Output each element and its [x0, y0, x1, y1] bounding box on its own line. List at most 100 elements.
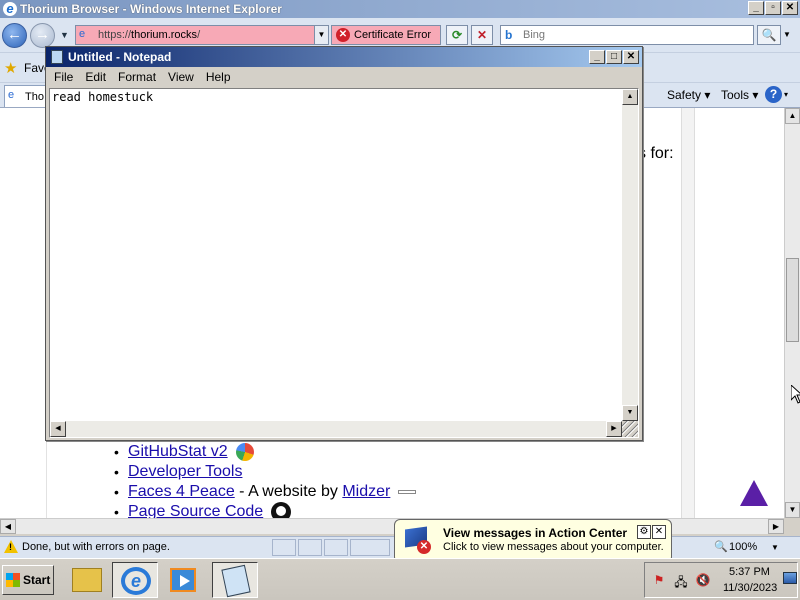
- notepad-scroll-up-icon[interactable]: ▲: [622, 89, 638, 105]
- tools-menu[interactable]: Tools ▾: [721, 88, 758, 102]
- developer-tools-link[interactable]: Developer Tools: [128, 463, 242, 481]
- list-item: GitHubStat v2: [114, 442, 416, 462]
- scroll-right-arrow-icon[interactable]: ▶: [768, 519, 784, 534]
- menu-help[interactable]: Help: [200, 68, 237, 87]
- page-vertical-scrollbar[interactable]: ▲ ▼: [784, 108, 800, 518]
- stop-button[interactable]: ✕: [471, 25, 493, 45]
- warning-exclamation: !: [9, 542, 12, 552]
- notepad-text-area[interactable]: read homestuck ▲ ▼ ◀ ▶: [49, 88, 639, 438]
- page-source-code-link[interactable]: Page Source Code: [128, 503, 263, 518]
- ie-logo-icon: e: [3, 2, 17, 16]
- githubstat-link[interactable]: GitHubStat v2: [128, 443, 228, 461]
- notepad-scroll-down-icon[interactable]: ▼: [622, 405, 638, 421]
- taskbar-explorer[interactable]: [64, 562, 110, 598]
- clock-time[interactable]: 5:37 PM: [729, 566, 770, 578]
- notification-close-button[interactable]: ✕: [652, 525, 666, 539]
- network-icon[interactable]: 🖧: [673, 573, 689, 589]
- resize-grip[interactable]: [622, 421, 638, 437]
- show-desktop-icon[interactable]: [783, 572, 797, 584]
- search-options-dropdown-icon[interactable]: ▼: [783, 30, 791, 39]
- help-icon[interactable]: ?: [765, 86, 782, 103]
- restore-button[interactable]: ▫: [765, 1, 781, 15]
- zoom-dropdown-icon[interactable]: ▼: [771, 543, 779, 552]
- certificate-error-button[interactable]: ✕ Certificate Error: [331, 25, 441, 45]
- notepad-content[interactable]: read homestuck: [52, 90, 153, 104]
- notepad-horizontal-scrollbar[interactable]: ◀ ▶: [50, 421, 622, 437]
- volume-muted-icon[interactable]: 🔇: [695, 573, 711, 589]
- notification-message: Click to view messages about your comput…: [443, 541, 664, 553]
- ie-title-bar: e Thorium Browser - Windows Internet Exp…: [0, 0, 800, 18]
- address-bar[interactable]: e https://thorium.rocks/ ▼: [75, 25, 329, 45]
- status-segment: [298, 539, 322, 556]
- menu-view[interactable]: View: [162, 68, 200, 87]
- scroll-down-arrow-icon[interactable]: ▼: [785, 502, 800, 518]
- faces-4-peace-link[interactable]: Faces 4 Peace: [128, 483, 235, 501]
- notepad-title-bar[interactable]: Untitled - Notepad _ □ ✕: [46, 47, 642, 67]
- list-item: Page Source Code: [114, 502, 416, 518]
- url-host: thorium.rocks: [131, 29, 198, 41]
- scroll-left-arrow-icon[interactable]: ◀: [0, 519, 16, 534]
- notepad-menu-bar: File Edit Format View Help: [46, 68, 642, 87]
- action-center-flag-icon: ✕: [405, 526, 431, 554]
- menu-format[interactable]: Format: [112, 68, 162, 87]
- taskbar: Start e ⚑ 🖧 🔇 5:37 PM 11/30/2023: [0, 558, 800, 600]
- link-description: - A website by: [234, 483, 343, 500]
- notepad-icon: [51, 50, 63, 64]
- window-controls: _ ▫ ✕: [748, 1, 798, 15]
- media-player-icon: [170, 568, 196, 592]
- start-button[interactable]: Start: [2, 565, 54, 595]
- notepad-window: Untitled - Notepad _ □ ✕ File Edit Forma…: [45, 46, 643, 441]
- scroll-thumb[interactable]: [786, 258, 799, 342]
- notification-options-icon[interactable]: ⚙: [637, 525, 651, 539]
- search-placeholder: Bing: [523, 29, 546, 41]
- content-right-gutter: [681, 108, 695, 518]
- notepad-minimize-button[interactable]: _: [589, 50, 605, 64]
- notepad-scroll-left-icon[interactable]: ◀: [50, 421, 66, 437]
- search-input[interactable]: b Bing: [500, 25, 754, 45]
- safety-menu[interactable]: Safety ▾: [667, 88, 710, 102]
- midzer-link[interactable]: Midzer: [342, 483, 390, 501]
- recent-pages-dropdown[interactable]: ▼: [60, 30, 69, 40]
- back-button[interactable]: ←: [2, 23, 27, 48]
- browser-tab[interactable]: e Tho: [4, 85, 48, 107]
- taskbar-notepad[interactable]: [212, 562, 258, 598]
- action-center-notification[interactable]: ✕ View messages in Action Center Click t…: [394, 519, 672, 576]
- zoom-level[interactable]: 100%: [729, 541, 757, 553]
- status-text[interactable]: Done, but with errors on page.: [22, 541, 170, 553]
- minimize-button[interactable]: _: [748, 1, 764, 15]
- address-dropdown-icon[interactable]: ▼: [314, 26, 328, 44]
- notepad-maximize-button[interactable]: □: [606, 50, 622, 64]
- start-label: Start: [23, 573, 51, 587]
- taskbar-internet-explorer[interactable]: e: [112, 562, 158, 598]
- page-icon: e: [79, 28, 86, 40]
- notepad-scroll-right-icon[interactable]: ▶: [606, 421, 622, 437]
- notepad-app-icon: [221, 564, 251, 598]
- scroll-up-arrow-icon[interactable]: ▲: [785, 108, 800, 124]
- menu-edit[interactable]: Edit: [79, 68, 112, 87]
- clock-date[interactable]: 11/30/2023: [723, 582, 777, 594]
- list-item: Faces 4 Peace - A website by Midzer: [114, 482, 417, 502]
- close-button[interactable]: ✕: [782, 1, 798, 15]
- help-dropdown-icon[interactable]: ▾: [784, 90, 788, 99]
- notepad-vertical-scrollbar[interactable]: ▲ ▼: [622, 89, 638, 421]
- refresh-button[interactable]: ⟳: [446, 25, 468, 45]
- forward-button[interactable]: →: [30, 23, 55, 48]
- status-segment: [272, 539, 296, 556]
- scroll-to-top-triangle-icon[interactable]: [740, 480, 768, 506]
- favorites-star-icon[interactable]: ★: [4, 59, 17, 77]
- status-segment: [350, 539, 390, 556]
- folder-icon: [72, 568, 102, 592]
- menu-file[interactable]: File: [48, 68, 79, 87]
- url-scheme: https://: [98, 29, 132, 41]
- small-image-placeholder: [398, 490, 417, 494]
- search-button[interactable]: 🔍: [757, 25, 781, 45]
- link-list: GitHubStat v2 Developer Tools Faces 4 Pe…: [114, 442, 417, 518]
- notepad-window-controls: _ □ ✕: [589, 50, 639, 64]
- notification-title: View messages in Action Center: [443, 526, 628, 540]
- notepad-close-button[interactable]: ✕: [623, 50, 639, 64]
- zoom-icon[interactable]: 🔍: [714, 540, 728, 553]
- action-center-tray-icon[interactable]: ⚑: [651, 573, 667, 589]
- taskbar-media-player[interactable]: [160, 562, 206, 598]
- pie-chart-icon: [235, 443, 254, 461]
- cursor-arrow-icon: [791, 385, 800, 404]
